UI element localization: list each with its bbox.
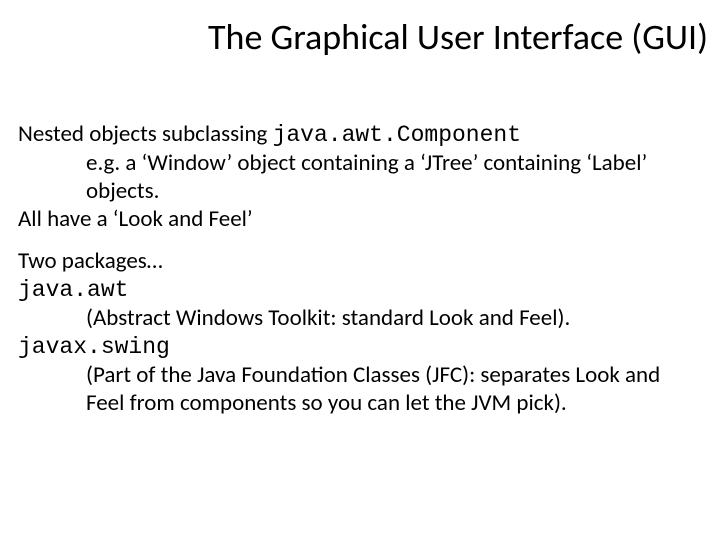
paragraph-1: Nested objects subclassing java.awt.Comp… (18, 120, 698, 233)
pkg2-desc: (Part of the Java Foundation Classes (JF… (18, 361, 698, 417)
p1-code: java.awt.Component (273, 122, 521, 148)
slide: The Graphical User Interface (GUI) Neste… (0, 0, 720, 540)
slide-title: The Graphical User Interface (GUI) (110, 18, 708, 58)
pkg1-code: java.awt (18, 277, 128, 303)
p1-indent-text: e.g. a ‘Window’ object containing a ‘JTr… (18, 149, 698, 205)
pkg1-desc: (Abstract Windows Toolkit: standard Look… (18, 304, 698, 332)
p2-lead-text: Two packages… (18, 247, 163, 275)
p1-tail-text: All have a ‘Look and Feel’ (18, 205, 253, 233)
paragraph-2: Two packages… java.awt (Abstract Windows… (18, 247, 698, 417)
slide-body: Nested objects subclassing java.awt.Comp… (18, 120, 698, 431)
pkg2-code: javax.swing (18, 334, 170, 360)
p1-lead-text: Nested objects subclassing (18, 120, 273, 148)
